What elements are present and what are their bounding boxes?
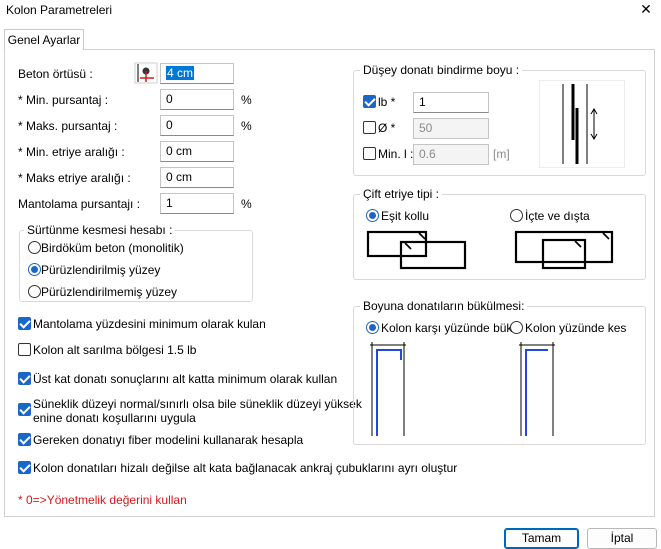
lb-checkbox[interactable] [363,95,376,108]
check-suneklik-label-line1[interactable]: Süneklik düzeyi normal/sınırlı olsa bile… [33,397,362,411]
maks-pursantaj-unit: % [241,119,252,133]
etriye-radio-icte-dista[interactable] [510,209,523,222]
check-ankraj-label[interactable]: Kolon donatıları hizalı değilse alt kata… [33,461,457,475]
surtunme-radio-puruzlendirilmis[interactable] [28,263,41,276]
surtunme-radio-birdokum[interactable] [28,241,41,254]
window-title: Kolon Parametreleri [6,3,113,17]
karsi-yuz-illustration [368,340,408,438]
surtunme-label-puruzlendirilmemis[interactable]: Pürüzlendirilmemiş yüzey [41,285,177,299]
check-alt-sarilma[interactable] [18,343,31,356]
bukulme-radio-yuzde-kes[interactable] [510,321,523,334]
surtunme-label-puruzlendirilmis[interactable]: Pürüzlendirilmiş yüzey [41,263,160,277]
check-ust-kat-label[interactable]: Üst kat donatı sonuçlarını alt katta min… [33,372,337,386]
lb-label: lb * [378,95,396,109]
yuzde-kes-illustration [517,340,557,438]
lb-input[interactable]: 1 [413,92,489,113]
min-pursantaj-label: * Min. pursantaj : [18,93,109,107]
cancel-button[interactable]: İptal [587,528,657,549]
surtunme-label-birdokum[interactable]: Birdöküm beton (monolitik) [41,241,184,255]
maks-etriye-label: * Maks etriye aralığı : [18,171,131,185]
phi-input[interactable]: 50 [413,118,489,139]
min-l-checkbox[interactable] [363,147,376,160]
maks-pursantaj-input[interactable]: 0 [160,115,234,136]
mantolama-label: Mantolama pursantajı : [18,197,141,211]
maks-etriye-input[interactable]: 0 cm [160,167,234,188]
min-etriye-input[interactable]: 0 cm [160,141,234,162]
check-suneklik[interactable] [18,403,31,416]
maks-pursantaj-label: * Maks. pursantaj : [18,119,118,133]
surtunme-radio-puruzlendirilmemis[interactable] [28,285,41,298]
mantolama-input[interactable]: 1 [160,193,234,214]
esit-kollu-illustration [365,226,469,274]
footnote: * 0=>Yönetmelik değerini kullan [18,493,187,507]
min-pursantaj-unit: % [241,93,252,107]
cift-etriye-group-title: Çift etriye tipi : [360,187,443,201]
check-mantolama-minimum[interactable] [18,317,31,330]
bukulme-group-title: Boyuna donatıların bükülmesi: [360,299,528,313]
min-l-input[interactable]: 0.6 [413,144,489,165]
beton-ortusu-label: Beton örtüsü : [18,67,93,81]
etriye-radio-esit[interactable] [366,209,379,222]
check-ankraj[interactable] [18,461,31,474]
bukulme-radio-karsi-yuz[interactable] [366,321,379,334]
lap-splice-illustration [538,79,626,169]
check-alt-sarilma-label[interactable]: Kolon alt sarılma bölgesi 1.5 lb [33,343,196,357]
tab-genel-ayarlar[interactable]: Genel Ayarlar [4,29,84,50]
icte-dista-illustration [513,226,615,274]
close-icon[interactable]: ✕ [634,0,658,18]
cover-pick-icon[interactable] [134,62,158,84]
min-l-unit: [m] [493,147,510,161]
check-suneklik-label-line2[interactable]: enine donatı koşullarını uygula [33,411,196,425]
etriye-label-icte-dista[interactable]: İçte ve dışta [525,209,590,223]
bukulme-label-karsi-yuz[interactable]: Kolon karşı yüzünde bük [381,321,512,335]
beton-ortusu-input[interactable]: 4 cm [160,63,234,84]
mantolama-unit: % [241,197,252,211]
bukulme-label-yuzde-kes[interactable]: Kolon yüzünde kes [525,321,626,335]
min-l-label: Min. l : [378,147,414,161]
check-mantolama-minimum-label[interactable]: Mantolama yüzdesini minimum olarak kulan [33,317,266,331]
phi-checkbox[interactable] [363,121,376,134]
check-ust-kat[interactable] [18,372,31,385]
bindirme-group-title: Düşey donatı bindirme boyu : [360,63,523,77]
check-fiber-model[interactable] [18,433,31,446]
phi-label: Ø * [378,121,396,135]
min-pursantaj-input[interactable]: 0 [160,89,234,110]
ok-button[interactable]: Tamam [504,528,579,549]
etriye-label-esit[interactable]: Eşit kollu [381,209,429,223]
check-fiber-model-label[interactable]: Gereken donatıyı fiber modelini kullanar… [33,433,303,447]
min-etriye-label: * Min. etriye aralığı : [18,145,125,159]
surtunme-group-title: Sürtünme kesmesi hesabı : [24,223,176,237]
